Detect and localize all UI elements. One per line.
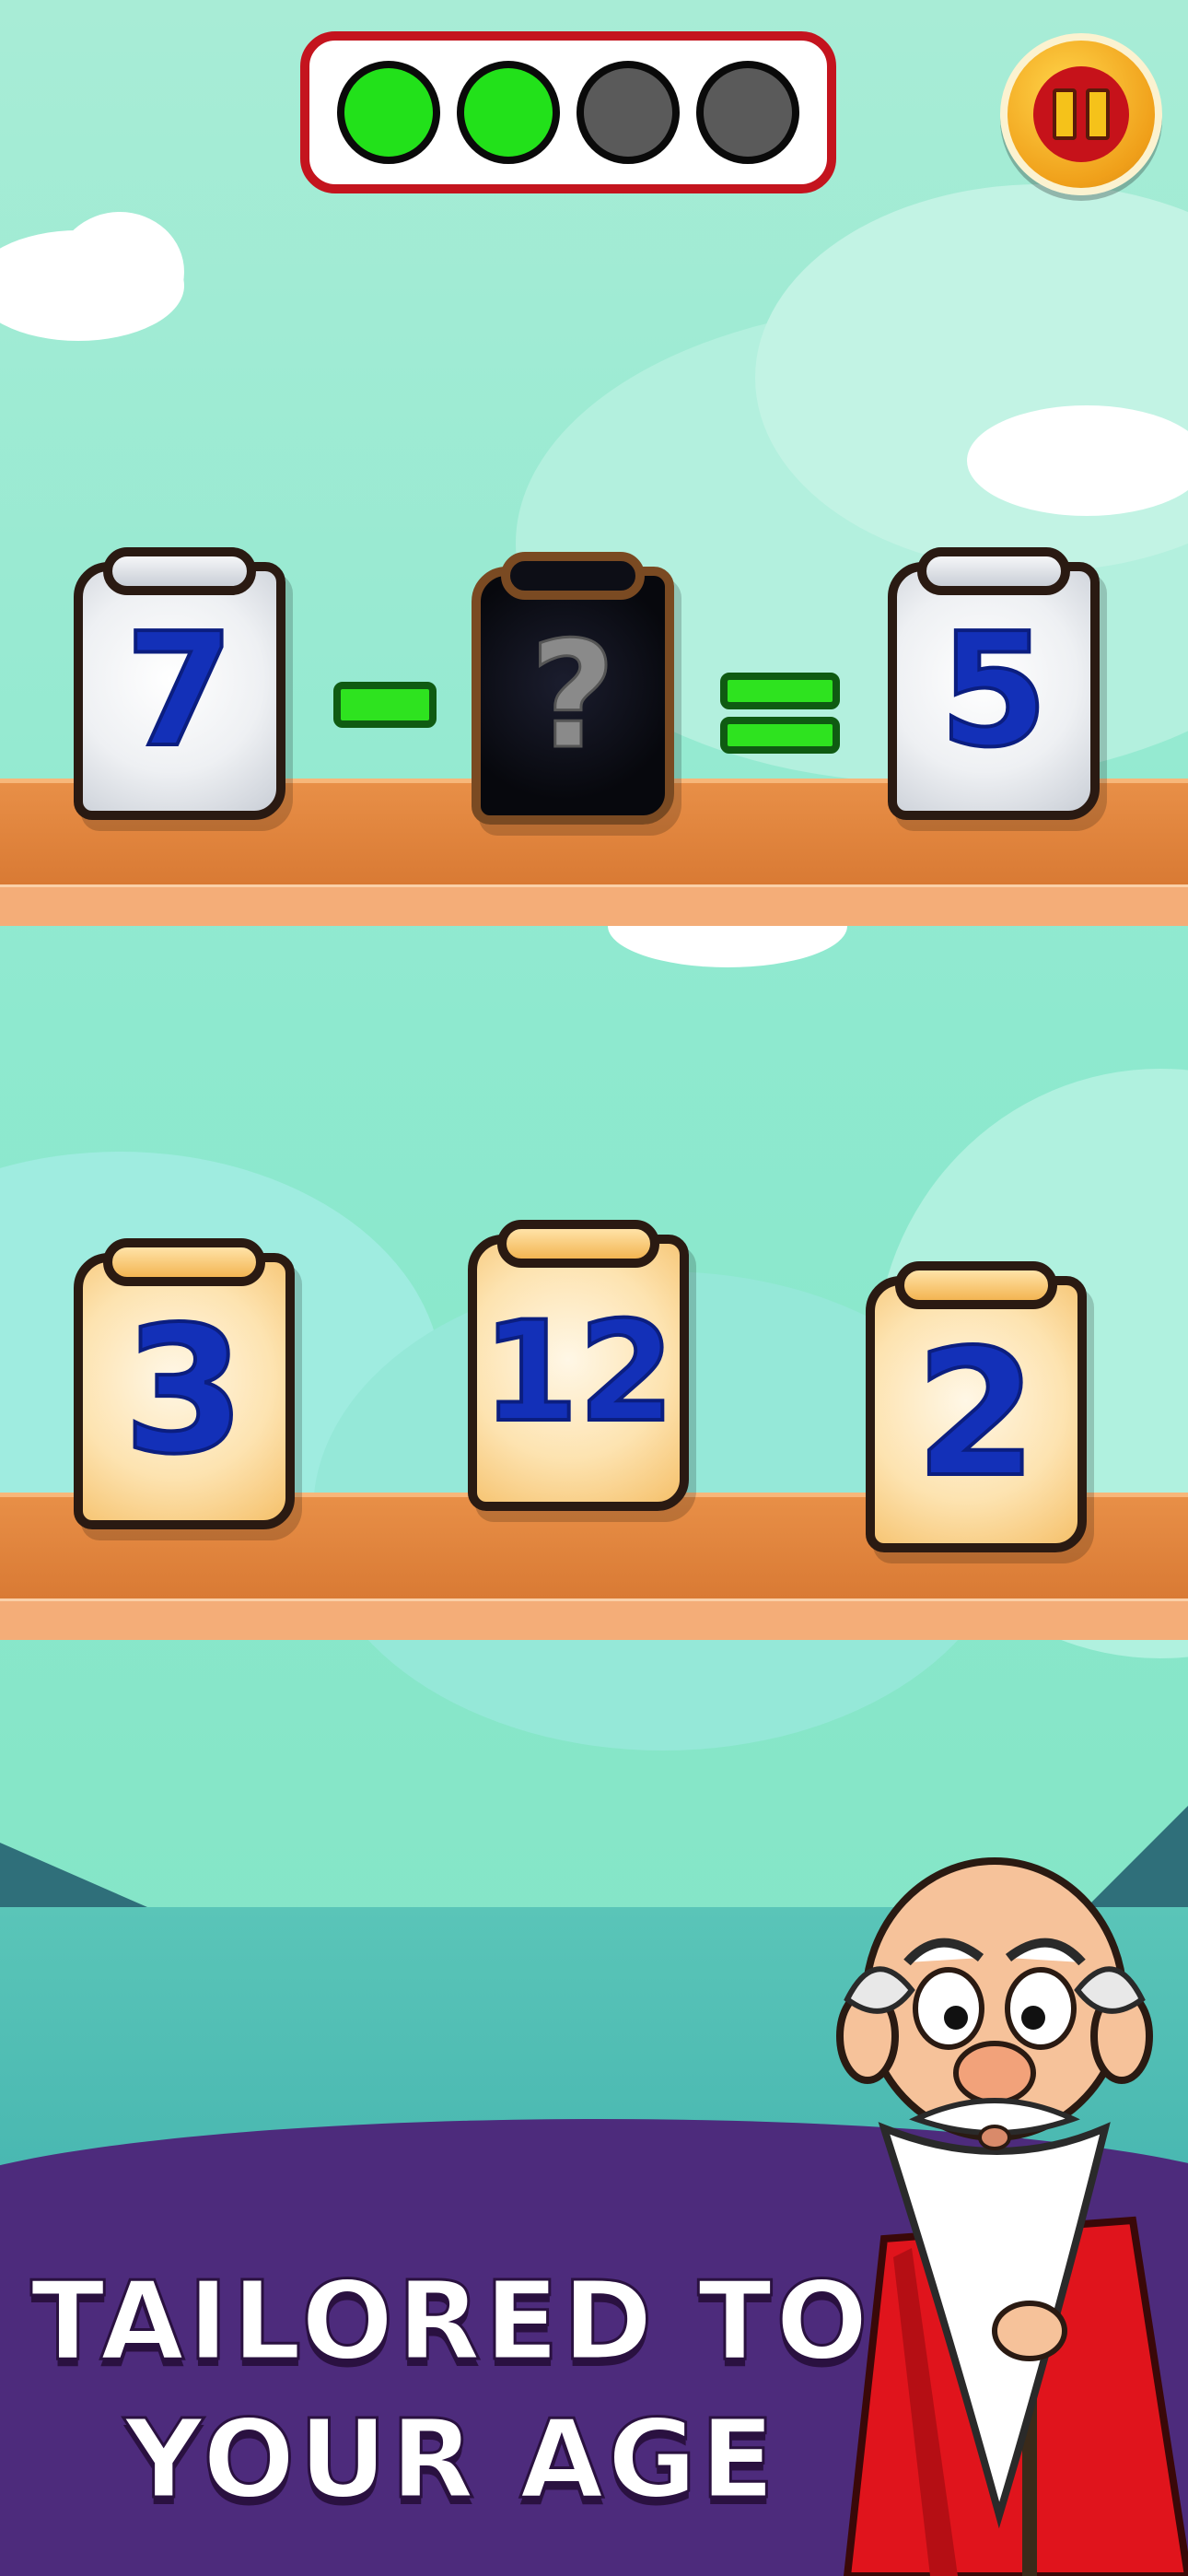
answer-card-1[interactable]: 3 — [74, 1238, 295, 1529]
equation-result-number: 5 — [938, 600, 1050, 782]
wizard-character — [836, 1857, 1188, 2576]
progress-dot-4 — [696, 61, 799, 164]
answer-number: 3 — [122, 1289, 247, 1493]
equals-sign-top — [720, 673, 840, 709]
answer-number: 12 — [481, 1293, 677, 1453]
pause-icon — [1033, 66, 1129, 162]
unknown-card: ? — [472, 552, 674, 825]
progress-dot-3 — [577, 61, 680, 164]
answer-card-3[interactable]: 2 — [866, 1261, 1087, 1552]
progress-indicator — [300, 31, 836, 193]
answer-card-2[interactable]: 12 — [468, 1220, 689, 1511]
equation-left-number: 7 — [123, 600, 236, 782]
equation-left-card: 7 — [74, 547, 285, 820]
pause-button[interactable] — [1000, 33, 1162, 195]
caption-line-1: TAILORED TO — [29, 2256, 872, 2386]
game-scene: 7 ? 5 3 12 2 TAILORED TO YOUR AGE — [0, 0, 1188, 2576]
minus-sign — [333, 682, 437, 728]
left-cliff — [0, 1843, 147, 1907]
caption-line-2: YOUR AGE — [122, 2395, 779, 2524]
progress-dot-1 — [337, 61, 440, 164]
unknown-mark: ? — [529, 609, 617, 781]
equation-result-card: 5 — [888, 547, 1100, 820]
progress-dot-2 — [457, 61, 560, 164]
answer-number: 2 — [914, 1312, 1039, 1516]
cloud — [55, 212, 184, 332]
equals-sign-bottom — [720, 717, 840, 754]
